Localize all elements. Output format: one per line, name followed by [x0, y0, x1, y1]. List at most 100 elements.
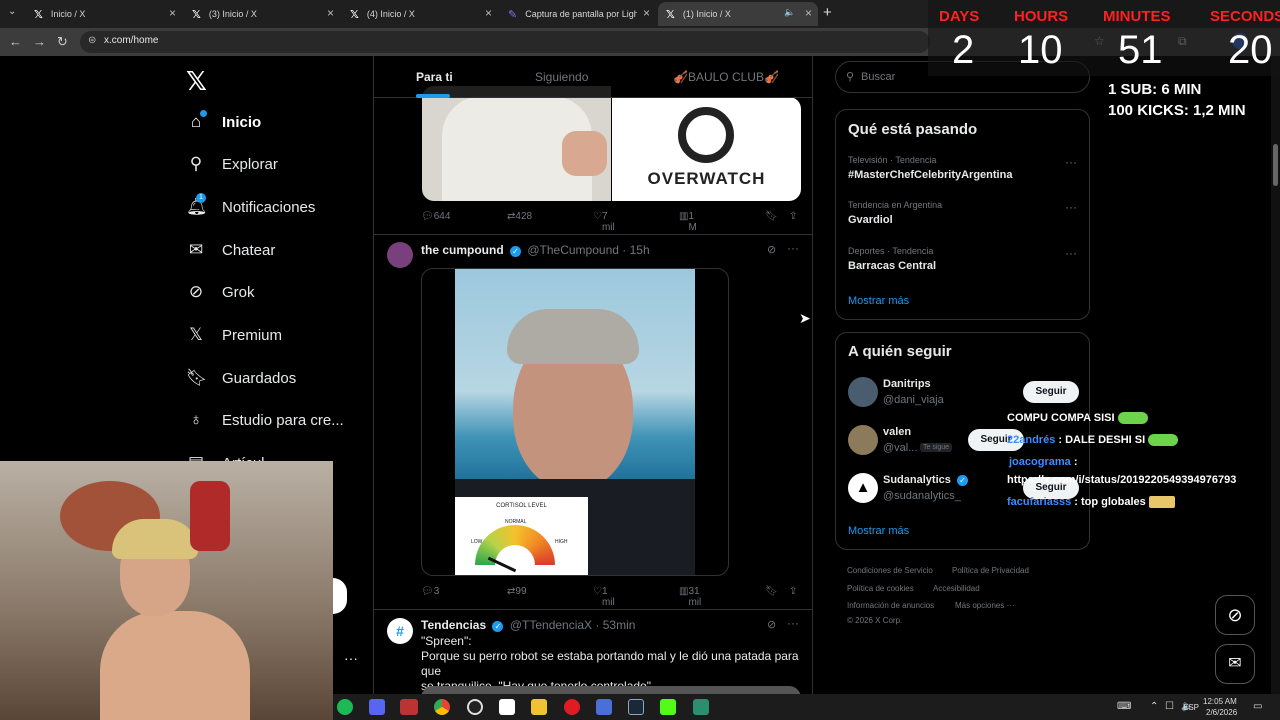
terms-link[interactable]: Condiciones de Servicio	[847, 566, 933, 575]
voicemeeter-icon[interactable]	[400, 699, 418, 715]
avatar[interactable]	[848, 425, 878, 455]
more-dots-icon[interactable]: ···	[1065, 200, 1077, 214]
steam-icon[interactable]	[628, 699, 644, 715]
author-name[interactable]: Tendencias	[421, 618, 486, 632]
nav-item-chatear[interactable]: ✉ Chatear	[186, 236, 276, 264]
new-posts-dot	[200, 110, 207, 117]
tweet2-media-frame[interactable]: CORTISOL LEVEL NORMAL LOW HIGH	[421, 268, 729, 576]
tab-baulo-club[interactable]: 🎻BAULO CLUB🎻	[673, 70, 779, 84]
tray-chevron-icon[interactable]: ⌃	[1150, 701, 1158, 712]
views-button[interactable]: ▥ 1 M	[679, 211, 697, 233]
more-options-icon[interactable]: ···	[344, 650, 358, 666]
share-icon[interactable]: ⇪	[789, 211, 797, 222]
browser-tab-4[interactable]: ✎ Captura de pantalla por Lightsh ×	[500, 2, 656, 26]
like-button[interactable]: ♡ 7 mil	[593, 211, 615, 233]
reply-button[interactable]: 💬︎ 644	[421, 211, 450, 222]
follow-name[interactable]: Sudanalytics ✓	[883, 474, 971, 486]
obs-icon[interactable]	[467, 699, 483, 715]
back-arrow-icon[interactable]: ←	[9, 34, 22, 49]
x-logo-icon[interactable]: 𝕏	[186, 66, 207, 97]
more-options-link[interactable]: Más opciones ···	[955, 601, 1015, 610]
close-tab-icon[interactable]: ×	[805, 6, 812, 20]
show-more-link[interactable]: Mostrar más	[848, 295, 909, 307]
input-language[interactable]: ESP	[1183, 703, 1199, 712]
page-scrollbar[interactable]	[1271, 56, 1280, 694]
speaker-icon[interactable]: 🔈	[784, 7, 795, 18]
close-tab-icon[interactable]: ×	[327, 6, 334, 20]
tab-menu-chevron-icon[interactable]: ⌄	[8, 6, 16, 17]
discord-icon[interactable]	[369, 699, 385, 715]
bookmark-icon[interactable]: 🔖︎	[765, 211, 778, 222]
close-tab-icon[interactable]: ×	[485, 6, 492, 20]
ads-info-link[interactable]: Información de anuncios	[847, 601, 934, 610]
site-info-icon[interactable]: ⊜	[88, 35, 96, 46]
browser-tab-3[interactable]: 𝕏 (4) Inicio / X ×	[342, 2, 498, 26]
retweet-button[interactable]: ⇄ 99	[507, 586, 527, 597]
tweet-media-right[interactable]: OVERWATCH	[612, 97, 801, 201]
nav-item-explorar[interactable]: ⚲ Explorar	[186, 150, 278, 178]
notification-center-icon[interactable]: ▭	[1253, 701, 1262, 712]
tab-para-ti[interactable]: Para ti	[416, 70, 453, 84]
nav-item-grok[interactable]: ⊘ Grok	[186, 278, 255, 306]
share-icon[interactable]: ⇪	[789, 586, 797, 597]
nav-item-inicio[interactable]: ⌂ Inicio	[186, 108, 261, 136]
post-time[interactable]: · 53min	[595, 618, 635, 632]
reply-button[interactable]: 💬︎ 3	[421, 586, 439, 597]
grok-explain-icon[interactable]: ⊘	[767, 243, 776, 256]
keyboard-icon[interactable]: ⌨	[1117, 701, 1131, 712]
browser-tab-2[interactable]: 𝕏 (3) Inicio / X ×	[184, 2, 340, 26]
avatar[interactable]	[848, 377, 878, 407]
nav-item-estudio[interactable]: ♁ Estudio para cre...	[186, 406, 344, 434]
follow-button[interactable]: Seguir	[1023, 381, 1079, 403]
kick-icon[interactable]	[660, 699, 676, 715]
file-explorer-icon[interactable]	[531, 699, 547, 715]
chrome-icon[interactable]	[434, 699, 450, 715]
follow-name[interactable]: valen	[883, 426, 911, 438]
messages-floating-button[interactable]: ✉	[1215, 644, 1255, 684]
browser-tab-5-active[interactable]: 𝕏 (1) Inicio / X 🔈 ×	[658, 2, 818, 26]
close-tab-icon[interactable]: ×	[643, 6, 650, 20]
grok-floating-button[interactable]: ⊘	[1215, 595, 1255, 635]
retweet-button[interactable]: ⇄ 428	[507, 211, 532, 222]
avatar[interactable]	[387, 242, 413, 268]
show-more-link[interactable]: Mostrar más	[848, 525, 909, 537]
tab-siguiendo[interactable]: Siguiendo	[535, 70, 588, 84]
views-button[interactable]: ▥ 31 mil	[679, 586, 701, 608]
browser-tab-1[interactable]: 𝕏 Inicio / X ×	[26, 2, 182, 26]
app-icon[interactable]	[499, 699, 515, 715]
nav-item-guardados[interactable]: 🔖︎ Guardados	[186, 364, 296, 392]
more-dots-icon[interactable]: ···	[1065, 155, 1077, 169]
more-dots-icon[interactable]: ···	[1065, 246, 1077, 260]
forward-arrow-icon[interactable]: →	[33, 34, 46, 49]
app-icon[interactable]	[693, 699, 709, 715]
grok-explain-icon[interactable]: ⊘	[767, 618, 776, 631]
clock-date[interactable]: 2/6/2026	[1206, 708, 1237, 717]
opera-icon[interactable]	[564, 699, 580, 715]
author-handle[interactable]: @TTendenciaX	[510, 618, 592, 632]
tweet-media-left[interactable]	[422, 86, 611, 201]
more-dots-icon[interactable]: ···	[787, 616, 799, 630]
privacy-link[interactable]: Política de Privacidad	[952, 566, 1029, 575]
author-name[interactable]: the cumpound	[421, 243, 504, 257]
url-field[interactable]: ⊜ x.com/home	[80, 31, 930, 53]
spotify-icon[interactable]	[337, 699, 353, 715]
clock-time[interactable]: 12:05 AM	[1203, 697, 1237, 706]
like-button[interactable]: ♡ 1 mil	[593, 586, 615, 608]
accessibility-link[interactable]: Accesibilidad	[933, 584, 980, 593]
avatar[interactable]: ▲	[848, 473, 878, 503]
nav-item-notificaciones[interactable]: 🔔︎ Notificaciones 1	[186, 193, 315, 221]
scrollbar-thumb[interactable]	[1273, 144, 1278, 186]
author-handle[interactable]: @TheCumpound	[527, 243, 619, 257]
post-time[interactable]: · 15h	[622, 243, 649, 257]
avatar[interactable]: #	[387, 618, 413, 644]
follow-name[interactable]: Danitrips	[883, 378, 931, 390]
app-icon[interactable]	[596, 699, 612, 715]
new-tab-button[interactable]: +	[823, 4, 832, 21]
close-tab-icon[interactable]: ×	[169, 6, 176, 20]
network-icon[interactable]: ☐	[1165, 701, 1174, 712]
nav-item-premium[interactable]: 𝕏 Premium	[186, 321, 282, 349]
cookies-link[interactable]: Política de cookies	[847, 584, 914, 593]
bookmark-icon[interactable]: 🔖︎	[765, 586, 778, 597]
reload-icon[interactable]: ↻	[57, 34, 68, 50]
more-dots-icon[interactable]: ···	[787, 241, 799, 255]
